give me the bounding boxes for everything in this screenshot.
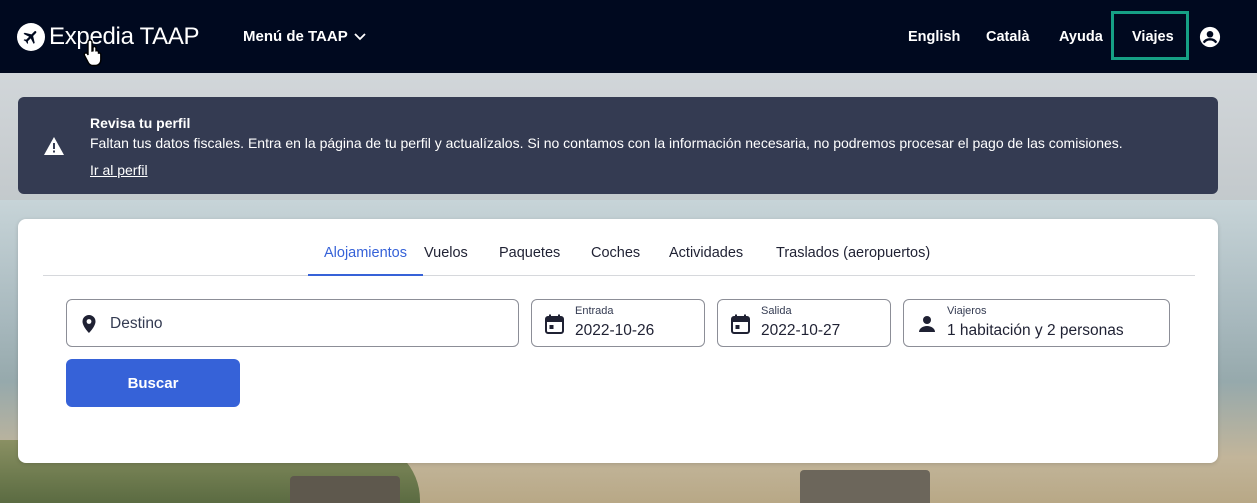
location-pin-icon — [80, 314, 98, 339]
background-post — [290, 476, 400, 503]
destination-field[interactable]: Destino — [66, 299, 519, 347]
tab-alojamientos[interactable]: Alojamientos — [308, 245, 423, 276]
taap-menu-dropdown[interactable]: Menú de TAAP — [243, 28, 366, 45]
checkout-value: 2022-10-27 — [761, 322, 841, 339]
logo-text: Expedia TAAP — [49, 23, 200, 50]
checkin-value: 2022-10-26 — [575, 322, 655, 339]
top-header: Expedia TAAP Menú de TAAP English Català… — [0, 0, 1257, 73]
go-to-profile-link[interactable]: Ir al perfil — [90, 162, 148, 178]
expedia-taap-logo[interactable]: Expedia TAAP — [17, 22, 200, 52]
calendar-icon — [731, 314, 750, 339]
checkout-label: Salida — [761, 305, 792, 317]
checkin-label: Entrada — [575, 305, 614, 317]
destination-placeholder: Destino — [110, 315, 163, 332]
tab-coches[interactable]: Coches — [591, 245, 640, 276]
tab-actividades[interactable]: Actividades — [669, 245, 743, 276]
hand-cursor-icon — [82, 38, 106, 73]
tab-vuelos[interactable]: Vuelos — [424, 245, 468, 276]
tab-paquetes[interactable]: Paquetes — [499, 245, 560, 276]
search-tabs: Alojamientos Vuelos Paquetes Coches Acti… — [43, 219, 1195, 276]
travelers-value: 1 habitación y 2 personas — [947, 322, 1124, 339]
checkout-date-field[interactable]: Salida 2022-10-27 — [717, 299, 891, 347]
nav-catala-link[interactable]: Català — [986, 29, 1030, 45]
nav-english-link[interactable]: English — [908, 29, 960, 45]
profile-alert: Revisa tu perfil Faltan tus datos fiscal… — [18, 97, 1218, 194]
checkin-date-field[interactable]: Entrada 2022-10-26 — [531, 299, 705, 347]
alert-title: Revisa tu perfil — [90, 115, 191, 131]
calendar-icon — [545, 314, 564, 339]
travelers-label: Viajeros — [947, 305, 987, 317]
person-icon — [917, 314, 937, 339]
taap-menu-label: Menú de TAAP — [243, 28, 348, 45]
search-button[interactable]: Buscar — [66, 359, 240, 407]
travelers-field[interactable]: Viajeros 1 habitación y 2 personas — [903, 299, 1170, 347]
warning-icon — [43, 136, 65, 161]
chevron-down-icon — [354, 28, 366, 45]
nav-viajes-link[interactable]: Viajes — [1132, 29, 1174, 45]
search-card: Alojamientos Vuelos Paquetes Coches Acti… — [18, 219, 1218, 463]
nav-ayuda-link[interactable]: Ayuda — [1059, 29, 1103, 45]
tab-traslados[interactable]: Traslados (aeropuertos) — [776, 245, 930, 276]
background-post — [800, 470, 930, 503]
account-icon[interactable] — [1199, 26, 1221, 53]
alert-message: Faltan tus datos fiscales. Entra en la p… — [90, 135, 1123, 151]
plane-logo-icon — [17, 23, 45, 51]
